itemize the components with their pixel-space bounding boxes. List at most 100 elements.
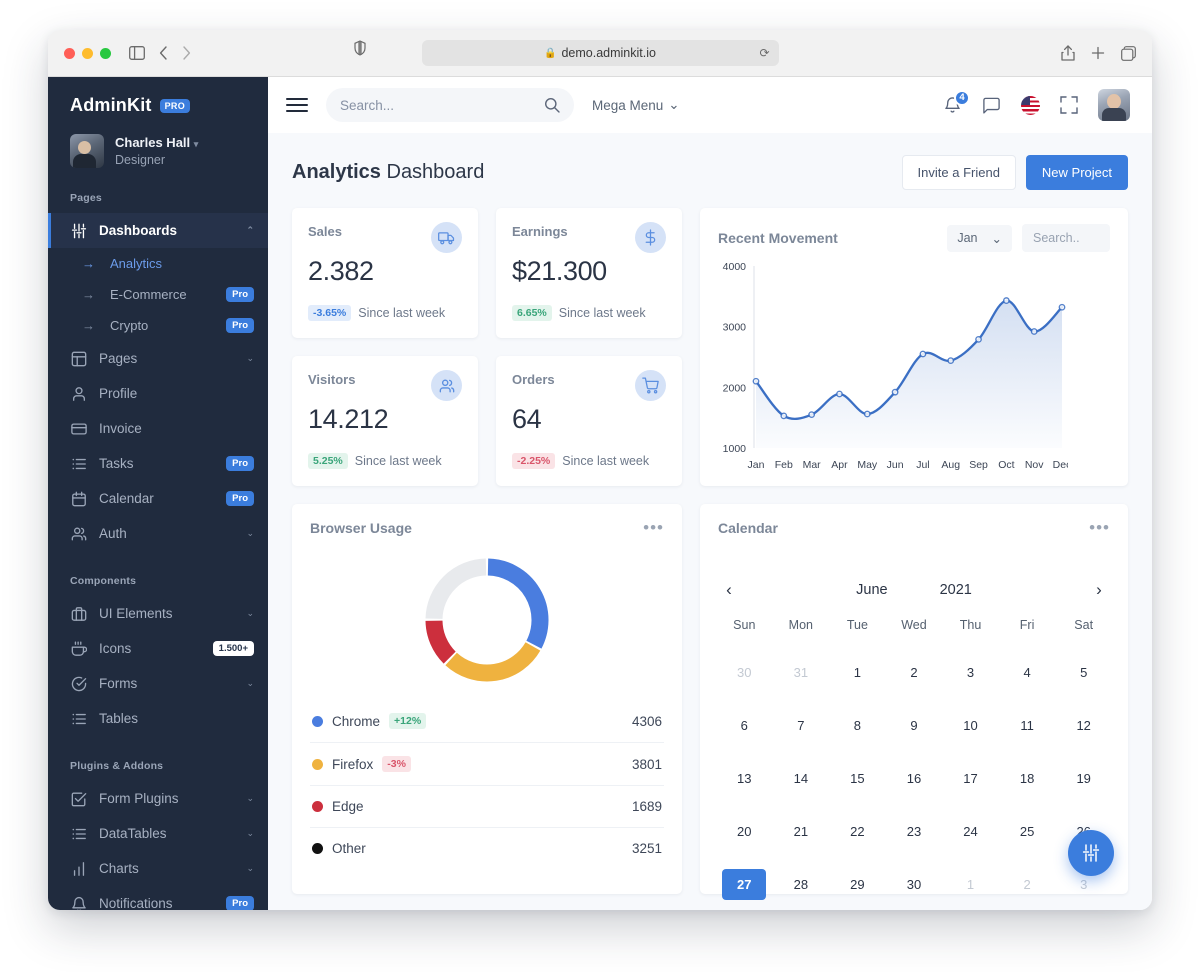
ellipsis-icon[interactable]: ••• <box>1089 519 1110 536</box>
calendar-day-cell[interactable]: 24 <box>942 805 999 858</box>
address-bar[interactable]: 🔒 demo.adminkit.io ⟳ <box>421 40 779 66</box>
svg-text:Oct: Oct <box>998 459 1014 471</box>
bell-icon[interactable]: 4 <box>943 89 970 115</box>
brand-logo[interactable]: AdminKit PRO <box>48 77 268 130</box>
calendar-day-cell[interactable]: 28 <box>773 858 830 910</box>
sidebar-subitem-crypto[interactable]: → Crypto Pro <box>48 310 268 341</box>
chevron-down-icon[interactable]: ⌄ <box>246 793 254 804</box>
calendar-day-number: 25 <box>1019 824 1035 839</box>
search-icon[interactable] <box>544 97 560 113</box>
sidebar-subitem-e-commerce[interactable]: → E-Commerce Pro <box>48 279 268 310</box>
sidebar-item-tables[interactable]: Tables <box>48 701 268 736</box>
chart-search-input[interactable] <box>1022 224 1110 252</box>
mega-menu-button[interactable]: Mega Menu ⌄ <box>592 97 680 113</box>
calendar-day-cell[interactable]: 11 <box>999 699 1056 752</box>
calendar-day-cell[interactable]: 30 <box>886 858 943 910</box>
svg-text:Dec: Dec <box>1053 459 1068 471</box>
sidebar-item-notifications[interactable]: Notifications Pro <box>48 886 268 910</box>
month-select-value: Jan <box>957 231 978 245</box>
sidebar-item-datatables[interactable]: DataTables ⌄ <box>48 816 268 851</box>
sidebar-item-charts[interactable]: Charts ⌄ <box>48 851 268 886</box>
share-icon[interactable] <box>1061 45 1075 61</box>
calendar-day-cell[interactable]: 7 <box>773 699 830 752</box>
calendar-day-cell[interactable]: 13 <box>716 752 773 805</box>
calendar-day-cell[interactable]: 23 <box>886 805 943 858</box>
chevron-right-icon[interactable]: › <box>1088 580 1110 600</box>
chevron-down-icon[interactable]: ⌄ <box>246 353 254 364</box>
chevron-up-icon[interactable]: ⌃ <box>246 225 254 236</box>
calendar-card: Calendar ••• ‹ June 2021 › Sun Mon Tue W… <box>700 504 1128 900</box>
chevron-down-icon[interactable]: ⌄ <box>246 828 254 839</box>
calendar-day-cell[interactable]: 3 <box>942 646 999 699</box>
sidebar-item-pages[interactable]: Pages ⌄ <box>48 341 268 376</box>
calendar-day-cell[interactable]: 17 <box>942 752 999 805</box>
sidebar-user[interactable]: Charles Hall ▾ Designer <box>48 130 268 169</box>
search-input[interactable] <box>340 97 544 113</box>
calendar-day-cell[interactable]: 9 <box>886 699 943 752</box>
message-icon[interactable] <box>982 96 1001 115</box>
calendar-day-cell[interactable]: 21 <box>773 805 830 858</box>
sidebar-item-profile[interactable]: Profile <box>48 376 268 411</box>
chevron-left-icon[interactable]: ‹ <box>718 580 740 600</box>
month-select[interactable]: Jan ⌄ <box>947 224 1012 252</box>
us-flag-icon[interactable] <box>1021 95 1040 115</box>
calendar-day-cell[interactable]: 31 <box>773 646 830 699</box>
calendar-day-cell[interactable]: 6 <box>716 699 773 752</box>
calendar-day-cell[interactable]: 15 <box>829 752 886 805</box>
avatar[interactable] <box>1098 89 1130 121</box>
calendar-day-cell[interactable]: 10 <box>942 699 999 752</box>
window-traffic-lights[interactable] <box>64 47 111 59</box>
hamburger-icon[interactable] <box>286 98 308 112</box>
calendar-day-cell[interactable]: 22 <box>829 805 886 858</box>
back-arrow-icon[interactable] <box>159 46 168 60</box>
sidebar-toggle-icon[interactable] <box>129 46 145 60</box>
sidebar-item-icons[interactable]: Icons 1.500+ <box>48 631 268 666</box>
calendar-day-cell[interactable]: 18 <box>999 752 1056 805</box>
calendar-day-cell[interactable]: 29 <box>829 858 886 910</box>
calendar-day-cell[interactable]: 1 <box>942 858 999 910</box>
new-project-button[interactable]: New Project <box>1025 155 1128 190</box>
sidebar-item-calendar[interactable]: Calendar Pro <box>48 481 268 516</box>
calendar-day-cell[interactable]: 12 <box>1055 699 1112 752</box>
invite-a-friend-button[interactable]: Invite a Friend <box>901 155 1016 190</box>
sidebar-item-ui-elements[interactable]: UI Elements ⌄ <box>48 596 268 631</box>
ellipsis-icon[interactable]: ••• <box>643 519 664 536</box>
sidebar-item-tasks[interactable]: Tasks Pro <box>48 446 268 481</box>
recent-movement-header: Recent Movement Jan ⌄ <box>700 208 1128 252</box>
calendar-day-cell[interactable]: 14 <box>773 752 830 805</box>
calendar-day-cell[interactable]: 4 <box>999 646 1056 699</box>
plus-icon[interactable] <box>1091 46 1105 60</box>
sidebar-item-form-plugins[interactable]: Form Plugins ⌄ <box>48 781 268 816</box>
calendar-day-cell[interactable]: 1 <box>829 646 886 699</box>
calendar-day-cell[interactable]: 2 <box>886 646 943 699</box>
sidebar-item-auth[interactable]: Auth ⌄ <box>48 516 268 551</box>
sidebar-item-invoice[interactable]: Invoice <box>48 411 268 446</box>
calendar-day-cell[interactable]: 2 <box>999 858 1056 910</box>
shield-icon[interactable] <box>354 40 366 56</box>
calendar-day-cell[interactable]: 16 <box>886 752 943 805</box>
calendar-day-cell[interactable]: 25 <box>999 805 1056 858</box>
sidebar-item-dashboards[interactable]: Dashboards ⌃ <box>48 213 268 249</box>
chevron-down-icon[interactable]: ⌄ <box>246 528 254 539</box>
fullscreen-icon[interactable] <box>1060 96 1078 114</box>
chevron-down-icon[interactable]: ⌄ <box>246 863 254 874</box>
settings-fab-button[interactable] <box>1068 830 1114 876</box>
forward-arrow-icon[interactable] <box>182 46 191 60</box>
chevron-down-icon[interactable]: ⌄ <box>246 608 254 619</box>
calendar-day-cell[interactable]: 30 <box>716 646 773 699</box>
calendar-day-cell[interactable]: 5 <box>1055 646 1112 699</box>
calendar-day-cell[interactable]: 19 <box>1055 752 1112 805</box>
minimize-window-button[interactable] <box>82 47 93 59</box>
calendar-day-cell[interactable]: 20 <box>716 805 773 858</box>
chevron-down-icon[interactable]: ▾ <box>194 139 199 149</box>
search-box[interactable] <box>326 88 574 122</box>
calendar-day-cell[interactable]: 27 <box>716 858 773 910</box>
chevron-down-icon[interactable]: ⌄ <box>246 678 254 689</box>
maximize-window-button[interactable] <box>100 47 111 59</box>
calendar-day-cell[interactable]: 8 <box>829 699 886 752</box>
close-window-button[interactable] <box>64 47 75 59</box>
sidebar-subitem-analytics[interactable]: → Analytics <box>48 248 268 279</box>
reload-icon[interactable]: ⟳ <box>759 46 769 60</box>
tabs-overview-icon[interactable] <box>1121 45 1136 61</box>
sidebar-item-forms[interactable]: Forms ⌄ <box>48 666 268 701</box>
